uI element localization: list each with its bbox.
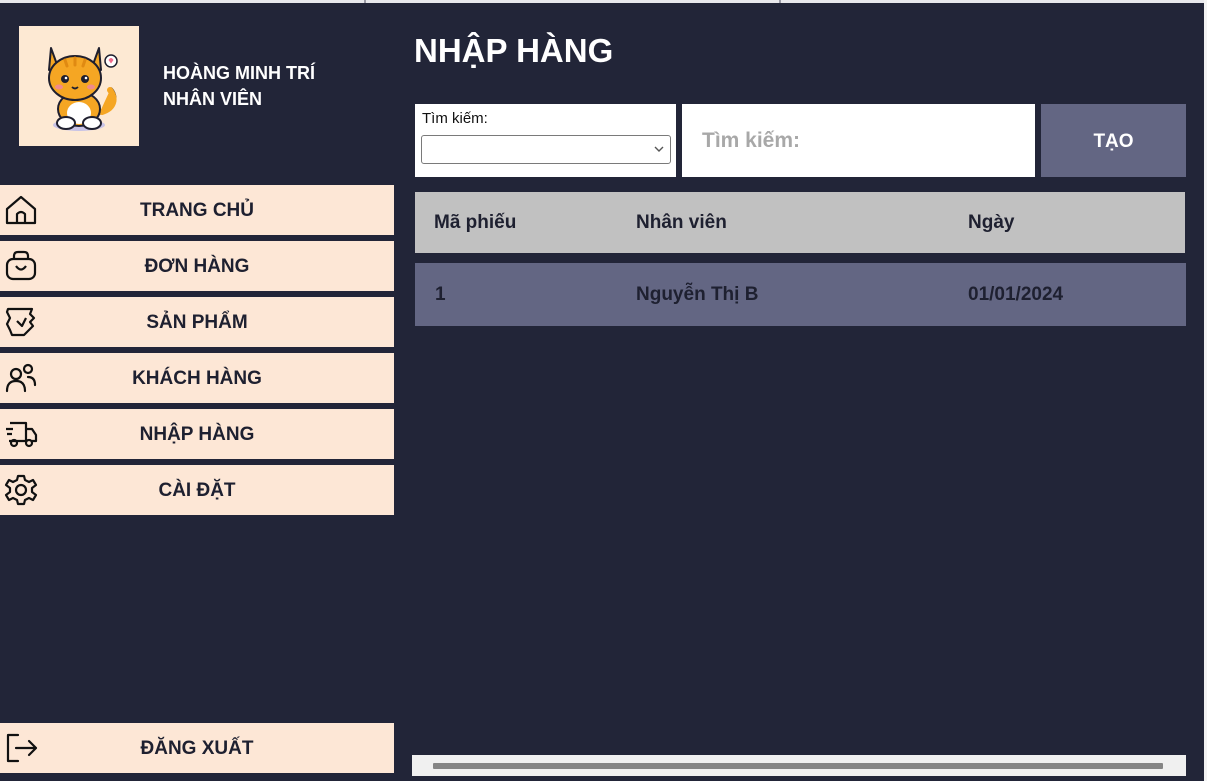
column-header-date[interactable]: Ngày xyxy=(968,192,1014,253)
search-field xyxy=(682,104,1035,177)
logout-label: ĐĂNG XUẤT xyxy=(140,738,254,759)
column-header-code[interactable]: Mã phiếu xyxy=(434,192,516,253)
sidebar-item-settings[interactable]: CÀI ĐẶT xyxy=(0,465,394,515)
user-info: HOÀNG MINH TRÍ NHÂN VIÊN xyxy=(163,60,315,112)
sidebar-item-label: TRANG CHỦ xyxy=(140,200,254,221)
window-top-border xyxy=(0,0,1207,3)
search-filter: Tìm kiếm: xyxy=(415,104,676,177)
sidebar-item-orders[interactable]: ĐƠN HÀNG xyxy=(0,241,394,291)
sidebar-item-home[interactable]: TRANG CHỦ xyxy=(0,185,394,235)
sidebar-item-label: SẢN PHẨM xyxy=(146,312,248,333)
sidebar-item-label: NHẬP HÀNG xyxy=(139,424,255,445)
sidebar-item-label: ĐƠN HÀNG xyxy=(144,256,250,277)
table-header: Mã phiếu Nhân viên Ngày xyxy=(415,192,1185,253)
logout-button[interactable]: ĐĂNG XUẤT xyxy=(0,723,394,773)
column-header-employee[interactable]: Nhân viên xyxy=(636,192,727,253)
create-button[interactable]: TẠO xyxy=(1041,104,1186,177)
chevron-down-icon xyxy=(654,146,664,152)
user-role: NHÂN VIÊN xyxy=(163,89,263,109)
sidebar-item-customers[interactable]: KHÁCH HÀNG xyxy=(0,353,394,403)
user-name: HOÀNG MINH TRÍ xyxy=(163,63,315,83)
horizontal-scrollbar[interactable] xyxy=(412,755,1186,776)
table-row[interactable]: 1 Nguyễn Thị B 01/01/2024 xyxy=(415,263,1186,326)
search-filter-select[interactable] xyxy=(421,135,671,164)
sidebar-item-label: CÀI ĐẶT xyxy=(158,480,236,501)
cell-employee: Nguyễn Thị B xyxy=(636,283,759,305)
cat-avatar-icon xyxy=(48,47,118,131)
sidebar-item-products[interactable]: SẢN PHẨM xyxy=(0,297,394,347)
search-filter-label: Tìm kiếm: xyxy=(422,110,488,127)
cell-code: 1 xyxy=(435,283,446,305)
avatar xyxy=(19,26,139,146)
scrollbar-thumb[interactable] xyxy=(433,763,1163,769)
sidebar-item-import[interactable]: NHẬP HÀNG xyxy=(0,409,394,459)
page-title: NHẬP HÀNG xyxy=(414,32,614,69)
search-input[interactable] xyxy=(682,104,1012,177)
sidebar-item-label: KHÁCH HÀNG xyxy=(132,368,262,389)
cell-date: 01/01/2024 xyxy=(968,283,1064,305)
